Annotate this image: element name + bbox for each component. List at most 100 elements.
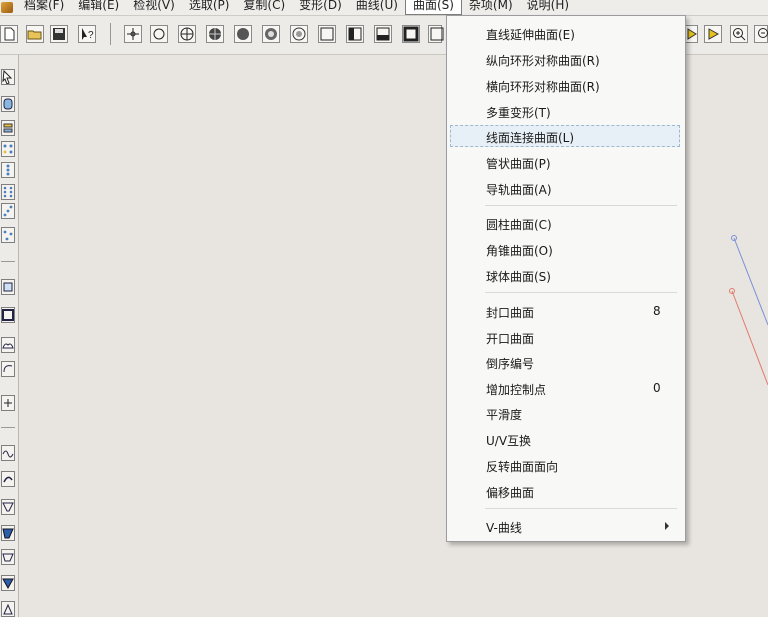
- box-partial-button[interactable]: [428, 25, 444, 43]
- box-bottom-button[interactable]: [374, 25, 392, 43]
- menu-item-offset-surface[interactable]: 偏移曲面: [450, 480, 680, 502]
- open-file-button[interactable]: [26, 25, 44, 43]
- tool-trapezoid-button[interactable]: [1, 549, 15, 565]
- arc-arrow-icon: [3, 476, 13, 483]
- funnel-icon: [2, 502, 14, 512]
- folder-open-icon: [27, 30, 42, 40]
- menu-item-rail-surface[interactable]: 导轨曲面(A): [450, 177, 680, 199]
- menu-separator: [485, 205, 677, 206]
- matrix-dots-icon: [3, 186, 13, 198]
- sphere-cross-button[interactable]: [206, 25, 224, 43]
- play-back-button[interactable]: [684, 25, 698, 43]
- surface-menu-dropdown: 直线延伸曲面(E) 纵向环形对称曲面(R) 横向环形对称曲面(R) 多重变形(T…: [446, 15, 686, 542]
- tool-curve-button[interactable]: [1, 445, 15, 461]
- center-snap-button[interactable]: [178, 25, 196, 43]
- menu-item-vertical-revolve[interactable]: 纵向环形对称曲面(R): [450, 48, 680, 70]
- arrow-select-icon: [2, 70, 13, 84]
- box-frame-button[interactable]: [402, 25, 420, 43]
- menu-bar: 档案(F) 编辑(E) 检视(V) 选取(P) 复制(C) 变形(D) 曲线(U…: [0, 0, 768, 16]
- menu-misc[interactable]: 杂项(M): [462, 0, 520, 13]
- box-half-button[interactable]: [346, 25, 364, 43]
- menu-item-horizontal-revolve[interactable]: 横向环形对称曲面(R): [450, 74, 680, 96]
- zoom-in-button[interactable]: [730, 25, 748, 43]
- trapezoid-icon: [2, 553, 14, 562]
- menu-file[interactable]: 档案(F): [17, 0, 71, 13]
- zoom-out-button[interactable]: [754, 25, 768, 43]
- menu-item-linear-extrude[interactable]: 直线延伸曲面(E): [450, 22, 680, 44]
- tool-grid-button[interactable]: [1, 141, 15, 157]
- menu-edit[interactable]: 编辑(E): [71, 0, 126, 13]
- triangle-right-yellow-icon: [687, 28, 697, 40]
- square-bottom-icon: [376, 27, 390, 41]
- filled-circle-cross-icon: [209, 28, 221, 40]
- box-empty-button[interactable]: [318, 25, 336, 43]
- menu-item-cylinder-surface[interactable]: 圆柱曲面(C): [450, 212, 680, 234]
- save-icon: [53, 28, 65, 40]
- menu-surface[interactable]: 曲面(S): [404, 0, 462, 15]
- circle-cross-icon: [180, 27, 194, 41]
- menu-item-multi-transform[interactable]: 多重变形(T): [450, 100, 680, 122]
- tool-frame-button[interactable]: [1, 307, 15, 323]
- menu-separator: [485, 292, 677, 293]
- scatter-dots-icon: [3, 230, 13, 241]
- new-file-button[interactable]: [0, 25, 18, 43]
- panel-icon: [3, 282, 13, 292]
- diagonal-dots-icon: [3, 205, 13, 217]
- ring-button[interactable]: [262, 25, 280, 43]
- wave-curve-icon: [2, 450, 14, 458]
- menu-item-open-surface[interactable]: 开口曲面: [450, 326, 680, 348]
- menu-transform[interactable]: 变形(D): [292, 0, 349, 13]
- menu-item-uv-swap[interactable]: U/V互换: [450, 428, 680, 450]
- tool-wedge-button[interactable]: [1, 575, 15, 591]
- tool-ribbon-button[interactable]: [1, 525, 15, 541]
- play-forward-button[interactable]: [704, 25, 722, 43]
- menu-curve[interactable]: 曲线(U): [349, 0, 405, 13]
- cloud-shape-icon: [2, 343, 14, 349]
- menu-copy[interactable]: 复制(C): [236, 0, 292, 13]
- tool-cloud-button[interactable]: [1, 337, 15, 353]
- tool-panel-button[interactable]: [1, 279, 15, 295]
- svg-text:?: ?: [88, 30, 94, 41]
- menu-select[interactable]: 选取(P): [182, 0, 237, 13]
- filled-circle-icon: [237, 28, 249, 40]
- menu-view[interactable]: 检视(V): [126, 0, 182, 13]
- point-snap-button[interactable]: [124, 25, 142, 43]
- menu-item-cone-surface[interactable]: 角锥曲面(O): [450, 238, 680, 260]
- zoom-in-icon: [733, 28, 746, 41]
- solid-sphere-button[interactable]: [234, 25, 252, 43]
- square-frame-icon: [403, 26, 419, 42]
- menu-help[interactable]: 说明(H): [520, 0, 576, 13]
- shape-icon: [3, 603, 13, 615]
- save-button[interactable]: [50, 25, 68, 43]
- square-outline-icon: [320, 27, 334, 41]
- crosshair-point-icon: [127, 28, 139, 40]
- help-button[interactable]: ?: [78, 25, 96, 43]
- triangle-right-icon: [708, 28, 720, 40]
- select-arrow-button[interactable]: [1, 69, 15, 85]
- shortcut-key: 0: [653, 381, 661, 395]
- tool-vertical-dots-button[interactable]: [1, 162, 15, 178]
- menu-item-sphere-surface[interactable]: 球体曲面(S): [450, 264, 680, 286]
- tool-matrix-button[interactable]: [1, 184, 15, 200]
- menu-item-close-surface[interactable]: 封口曲面 8: [450, 300, 680, 322]
- menu-item-tube-surface[interactable]: 管状曲面(P): [450, 151, 680, 173]
- cylinder-icon: [3, 98, 13, 110]
- menu-item-smoothness[interactable]: 平滑度: [450, 402, 680, 424]
- tool-arc-button[interactable]: [1, 471, 15, 487]
- tool-stack-button[interactable]: [1, 120, 15, 136]
- circle-snap-button[interactable]: [150, 25, 168, 43]
- menu-item-flip-normal[interactable]: 反转曲面面向: [450, 454, 680, 476]
- tool-cylinder-button[interactable]: [1, 96, 15, 112]
- tool-diagonal-dots-button[interactable]: [1, 203, 15, 219]
- menu-item-add-control-point[interactable]: 增加控制点 0: [450, 377, 680, 399]
- menu-item-loft-surface[interactable]: 线面连接曲面(L): [450, 125, 680, 147]
- tool-scatter-button[interactable]: [1, 227, 15, 243]
- menu-item-v-curve[interactable]: V-曲线: [450, 515, 680, 537]
- ring-light-button[interactable]: [290, 25, 308, 43]
- tool-funnel-button[interactable]: [1, 499, 15, 515]
- tool-swirl-button[interactable]: [1, 361, 15, 377]
- tool-shape-button[interactable]: [1, 601, 15, 617]
- menu-item-reverse-order[interactable]: 倒序编号: [450, 351, 680, 373]
- circle-icon: [153, 28, 165, 40]
- tool-add-point-button[interactable]: [1, 395, 15, 411]
